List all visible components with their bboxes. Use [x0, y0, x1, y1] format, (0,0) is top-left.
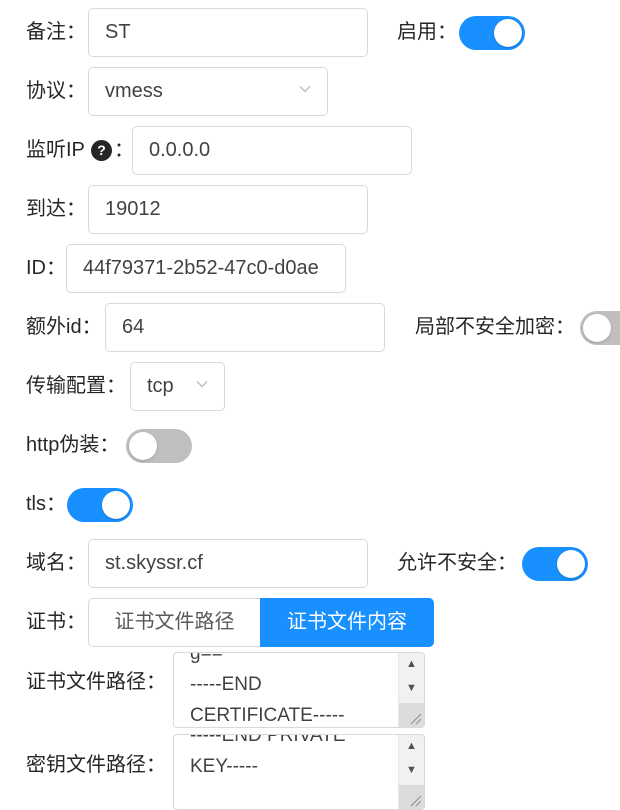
cert-file-line: g==: [190, 652, 223, 664]
allow-insecure-label: 允许不安全：: [397, 552, 517, 574]
listen-ip-label-text: 监听IP: [26, 139, 85, 161]
http-disguise-label: http伪装：: [26, 434, 120, 456]
enable-switch[interactable]: [459, 16, 525, 50]
scroll-up-arrow-icon[interactable]: ▲: [399, 653, 424, 675]
key-file-line: KEY-----: [190, 756, 258, 777]
key-file-line: -----END PRIVATE: [190, 734, 346, 746]
cert-file-textarea[interactable]: g== -----END CERTIFICATE----- ▲ ▼: [173, 652, 425, 728]
partial-insecure-switch[interactable]: [580, 311, 620, 345]
port-input[interactable]: 19012: [88, 185, 368, 234]
cert-file-line: CERTIFICATE-----: [190, 705, 345, 726]
domain-label: 域名：: [26, 552, 86, 574]
cert-label: 证书：: [26, 611, 86, 633]
switch-knob: [129, 432, 157, 460]
chevron-down-icon: [196, 380, 208, 388]
resize-grip-icon[interactable]: [399, 785, 424, 809]
tls-label: tls：: [26, 493, 66, 515]
cert-file-line: -----END: [190, 674, 262, 695]
scroll-down-arrow-icon[interactable]: ▼: [399, 677, 424, 699]
protocol-value: vmess: [105, 80, 163, 102]
switch-knob: [494, 19, 522, 47]
switch-knob: [557, 550, 585, 578]
listen-ip-label: 监听IP: [26, 136, 85, 164]
question-circle-icon[interactable]: ?: [91, 140, 112, 161]
tls-switch[interactable]: [67, 488, 133, 522]
enable-label: 启用：: [397, 21, 457, 43]
scroll-up-arrow-icon[interactable]: ▲: [399, 735, 424, 757]
cert-file-label: 证书文件路径：: [26, 671, 166, 693]
transport-label: 传输配置：: [26, 375, 126, 397]
textarea-scrollbar[interactable]: ▲ ▼: [398, 653, 424, 727]
cert-option-file-path[interactable]: 证书文件路径: [88, 598, 261, 647]
id-input[interactable]: 44f79371-2b52-47c0-d0ae: [66, 244, 346, 293]
chevron-down-icon: [299, 85, 311, 93]
protocol-label: 协议：: [26, 80, 86, 102]
transport-value: tcp: [147, 375, 174, 397]
key-file-textarea[interactable]: -----END PRIVATE KEY----- ▲ ▼: [173, 734, 425, 810]
switch-knob: [102, 491, 130, 519]
cert-option-file-content[interactable]: 证书文件内容: [260, 598, 434, 647]
alter-id-input[interactable]: 64: [105, 303, 385, 352]
switch-knob: [583, 314, 611, 342]
remark-input[interactable]: ST: [88, 8, 368, 57]
textarea-scrollbar[interactable]: ▲ ▼: [398, 735, 424, 809]
allow-insecure-switch[interactable]: [522, 547, 588, 581]
resize-grip-icon[interactable]: [399, 703, 424, 727]
listen-ip-input[interactable]: 0.0.0.0: [132, 126, 412, 175]
port-label: 到达：: [26, 198, 86, 220]
remark-label: 备注：: [26, 21, 86, 43]
key-file-label: 密钥文件路径：: [26, 754, 166, 776]
id-label: ID：: [26, 257, 66, 279]
protocol-select[interactable]: vmess: [88, 67, 328, 116]
alter-id-label: 额外id：: [26, 316, 102, 338]
partial-insecure-label: 局部不安全加密：: [415, 316, 575, 338]
domain-input[interactable]: st.skyssr.cf: [88, 539, 368, 588]
scroll-down-arrow-icon[interactable]: ▼: [399, 759, 424, 781]
http-disguise-switch[interactable]: [126, 429, 192, 463]
listen-ip-label-colon: ：: [114, 139, 134, 161]
transport-select[interactable]: tcp: [130, 362, 225, 411]
